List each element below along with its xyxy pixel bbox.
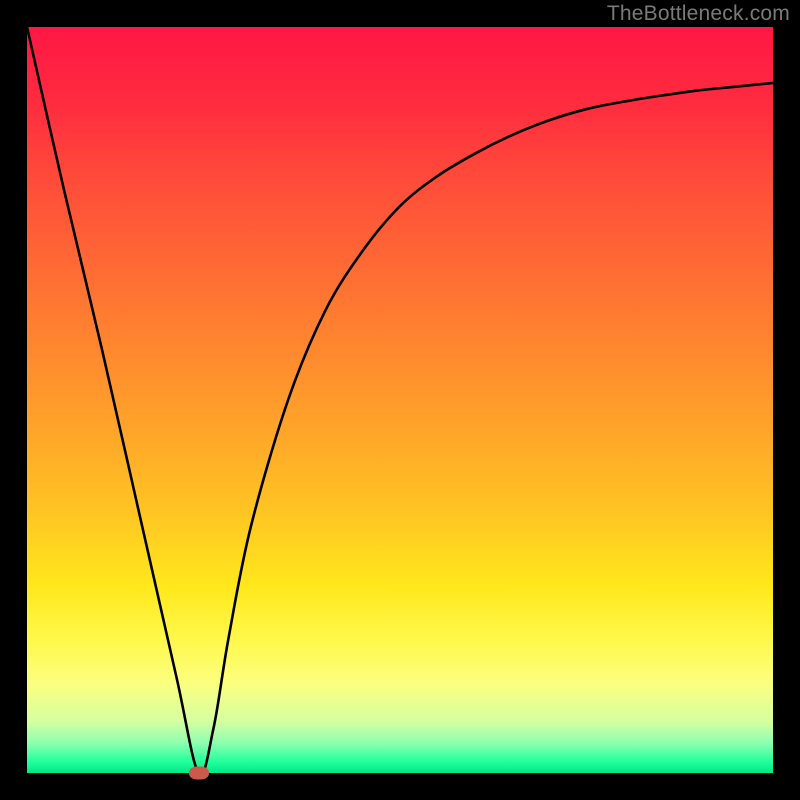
plot-area <box>27 27 773 773</box>
bottleneck-curve <box>27 27 773 773</box>
attribution-label: TheBottleneck.com <box>607 2 790 26</box>
chart-frame: TheBottleneck.com <box>0 0 800 800</box>
minimum-marker <box>189 767 209 780</box>
